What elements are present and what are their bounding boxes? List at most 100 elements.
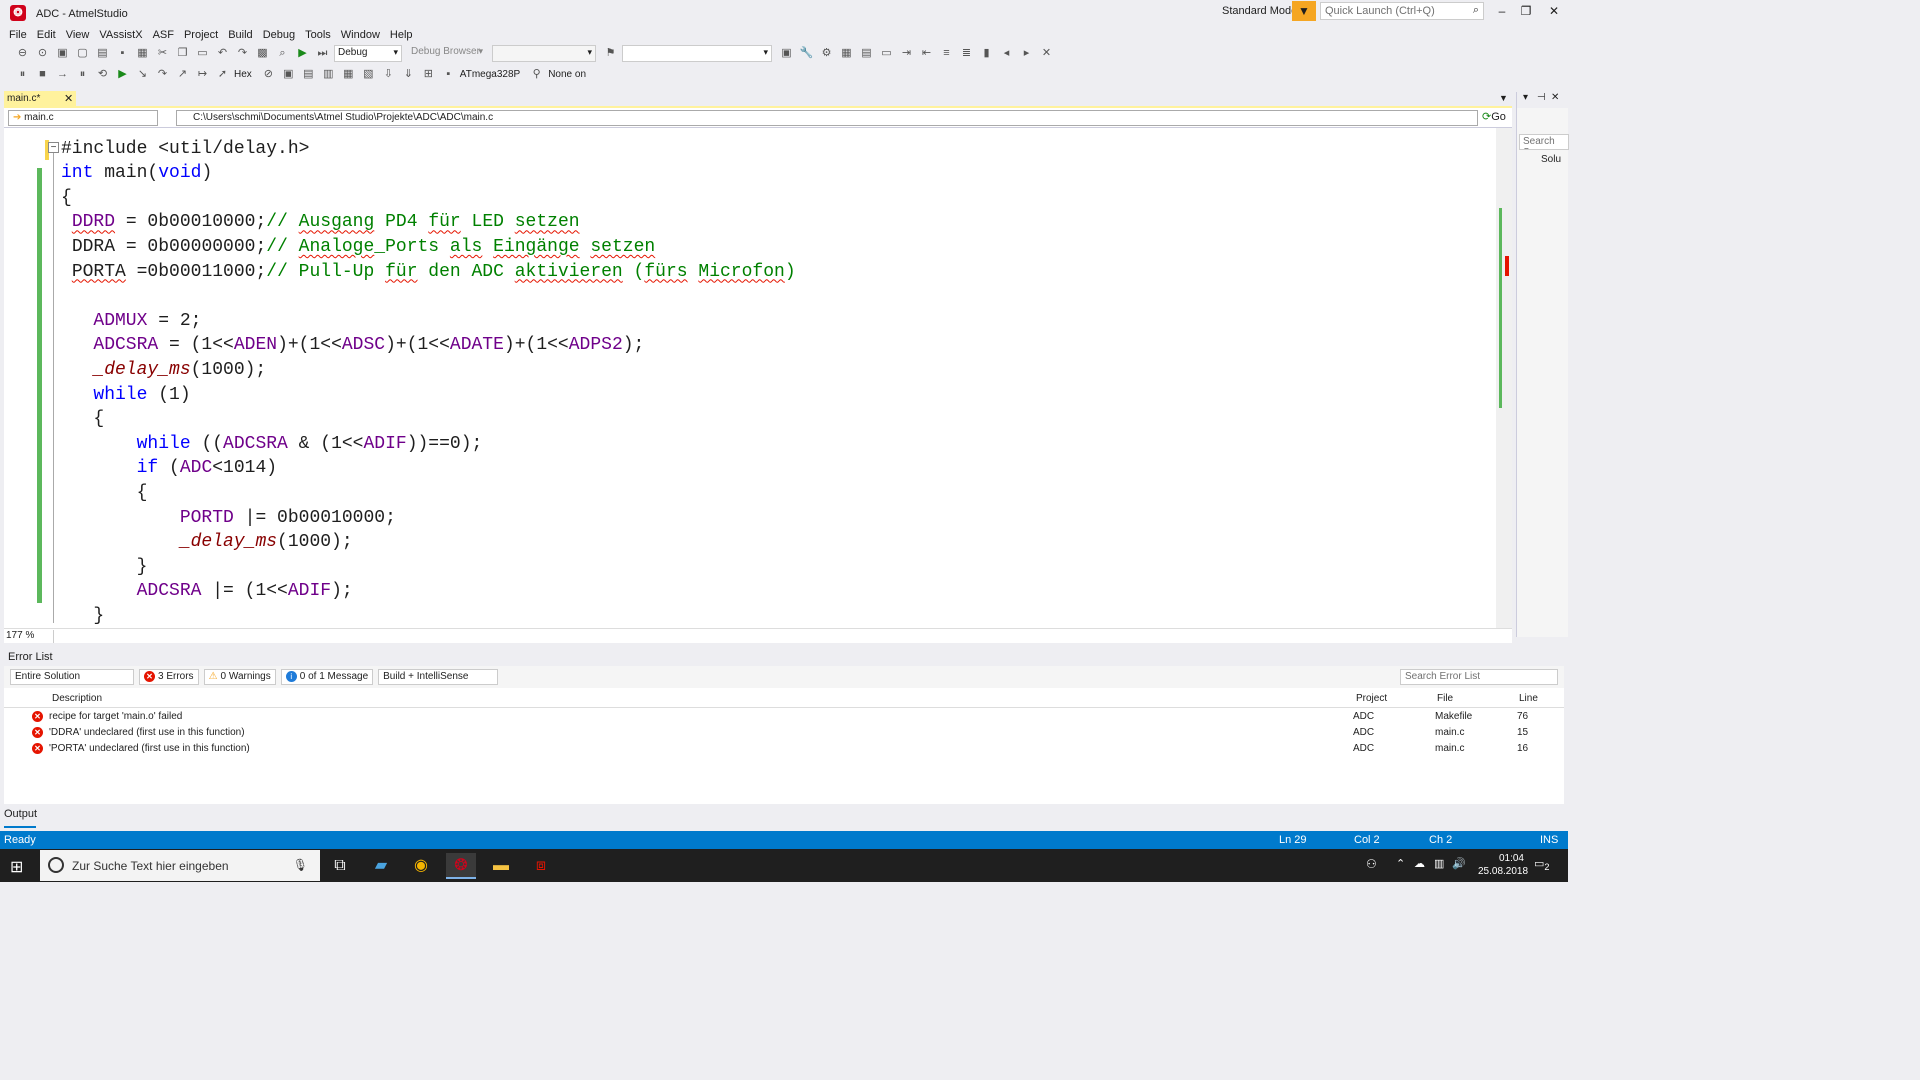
file-explorer-icon[interactable]: ▬ [486, 853, 516, 879]
tray-arrow-icon[interactable]: ⌃ [1396, 857, 1405, 870]
solution-search-input[interactable]: Search So [1519, 134, 1569, 150]
output-tab[interactable]: Output [4, 808, 37, 820]
menu-edit[interactable]: Edit [37, 29, 56, 41]
col-description[interactable]: Description [52, 693, 102, 704]
hex-toggle[interactable]: Hex [234, 69, 252, 80]
terminal-icon[interactable]: ▤ [858, 45, 875, 61]
gear-icon[interactable]: ⚙ [818, 45, 835, 61]
cursor-icon[interactable]: ➚ [214, 66, 231, 82]
atmel-studio-taskbar-icon[interactable]: ❂ [446, 853, 476, 879]
quick-launch-input[interactable]: Quick Launch (Ctrl+Q) ⌕ [1320, 2, 1484, 20]
minimize-button[interactable]: – [1492, 4, 1512, 18]
chip-icon[interactable]: ▦ [838, 45, 855, 61]
start-debug-icon[interactable]: ▶ [294, 45, 311, 61]
copy-icon[interactable]: ❐ [174, 45, 191, 61]
windows-icon[interactable]: ▣ [280, 66, 297, 82]
pinned-app-icon[interactable]: ▰ [366, 853, 396, 879]
bookmark-icon[interactable]: ▮ [978, 45, 995, 61]
errors-filter-button[interactable]: ✕ 3 Errors [139, 669, 199, 685]
solution-icon[interactable]: ▩ [254, 45, 271, 61]
save-icon[interactable]: ▪ [114, 45, 131, 61]
error-row[interactable]: ✕ 'DDRA' undeclared (first use in this f… [4, 726, 1564, 742]
menu-file[interactable]: File [9, 29, 27, 41]
wrench-icon[interactable]: 🔧 [798, 45, 815, 61]
menu-tools[interactable]: Tools [305, 29, 331, 41]
warnings-filter-button[interactable]: ⚠ 0 Warnings [203, 669, 276, 685]
undo-icon[interactable]: ↶ [214, 45, 231, 61]
col-project[interactable]: Project [1356, 693, 1387, 704]
debug-browser-select[interactable]: Debug Browser [408, 45, 486, 62]
add-item-icon[interactable]: ▢ [74, 45, 91, 61]
menu-debug[interactable]: Debug [263, 29, 295, 41]
tab-close-icon[interactable]: ✕ [64, 92, 73, 105]
path-nav-select[interactable]: C:\Users\schmi\Documents\Atmel Studio\Pr… [176, 110, 1478, 126]
device-name[interactable]: ATmega328P [460, 69, 520, 80]
break-all-icon[interactable]: ⏸ [14, 66, 31, 82]
error-row[interactable]: ✕ 'PORTA' undeclared (first use in this … [4, 742, 1564, 758]
tab-list-dropdown-icon[interactable]: ▼ [1499, 93, 1508, 103]
find-in-files-icon[interactable]: ⚑ [602, 45, 619, 61]
new-project-icon[interactable]: ▣ [54, 45, 71, 61]
grid-icon[interactable]: ⊞ [420, 66, 437, 82]
step-into-icon[interactable]: ↘ [134, 66, 151, 82]
task-view-icon[interactable]: ⧉ [325, 853, 355, 879]
maximize-button[interactable]: ❐ [1516, 4, 1536, 18]
indent-icon[interactable]: ⇥ [898, 45, 915, 61]
prev-bookmark-icon[interactable]: ◂ [998, 45, 1015, 61]
code-editor[interactable]: − #include <util/delay.h> int main(void) {… [4, 128, 1512, 628]
open-folder-icon[interactable]: ▤ [94, 45, 111, 61]
microphone-icon[interactable]: 🎙 [293, 858, 308, 872]
search-combo[interactable] [622, 44, 772, 62]
menu-asf[interactable]: ASF [153, 29, 174, 41]
window-icon[interactable]: ▭ [878, 45, 895, 61]
tool-name[interactable]: None on [548, 69, 586, 80]
collapse-toggle-icon[interactable]: − [48, 142, 59, 153]
outdent-icon[interactable]: ⇤ [918, 45, 935, 61]
memory-icon[interactable]: ▤ [300, 66, 317, 82]
clear-bookmarks-icon[interactable]: ✕ [1038, 45, 1055, 61]
step-icon[interactable]: → [54, 66, 71, 82]
scope-select[interactable]: Entire Solution [10, 669, 134, 685]
search-icon[interactable]: ⌕ [1473, 4, 1479, 17]
config-select[interactable]: Debug [334, 44, 402, 62]
comment-icon[interactable]: ≡ [938, 45, 955, 61]
onedrive-icon[interactable]: ☁ [1414, 857, 1425, 870]
notification-icon[interactable]: ▭2 [1534, 857, 1550, 872]
menu-vassistx[interactable]: VAssistX [99, 29, 142, 41]
menu-view[interactable]: View [66, 29, 90, 41]
pause-icon[interactable]: ⏸ [74, 66, 91, 82]
windows-start-icon[interactable]: ⊞ [10, 857, 23, 877]
network-icon[interactable]: ▥ [1434, 857, 1444, 870]
step-over-icon[interactable]: ↷ [154, 66, 171, 82]
filter-icon[interactable]: ▼ [1292, 1, 1316, 21]
paste-icon[interactable]: ▭ [194, 45, 211, 61]
back-icon[interactable]: ⊖ [14, 45, 31, 61]
people-icon[interactable]: ⚇ [1366, 857, 1377, 871]
code-text[interactable]: #include <util/delay.h> int main(void) { D… [61, 128, 796, 628]
menu-help[interactable]: Help [390, 29, 413, 41]
menu-project[interactable]: Project [184, 29, 218, 41]
panel-close-icon[interactable]: ✕ [1551, 92, 1559, 103]
watch-icon[interactable]: ▦ [340, 66, 357, 82]
pin-icon[interactable]: ⊣ [1537, 92, 1546, 103]
device-programming-icon[interactable]: ▣ [778, 45, 795, 61]
messages-filter-button[interactable]: i0 of 1 Message [280, 669, 374, 685]
solution-tree-item[interactable]: Solu [1541, 154, 1561, 165]
zoom-select[interactable]: 177 % [6, 630, 54, 643]
error-search-input[interactable]: Search Error List [1400, 669, 1558, 685]
close-button[interactable]: ✕ [1544, 4, 1564, 18]
stop-icon[interactable]: ■ [34, 66, 51, 82]
platform-select[interactable] [492, 44, 596, 62]
next-bookmark-icon[interactable]: ▸ [1018, 45, 1035, 61]
io-icon[interactable]: ▧ [360, 66, 377, 82]
menu-window[interactable]: Window [341, 29, 380, 41]
run-to-cursor-icon[interactable]: ↦ [194, 66, 211, 82]
save-all-icon[interactable]: ▦ [134, 45, 151, 61]
col-file[interactable]: File [1437, 693, 1453, 704]
cut-icon[interactable]: ✂ [154, 45, 171, 61]
registers-icon[interactable]: ▥ [320, 66, 337, 82]
continue-icon[interactable]: ▶ [114, 66, 131, 82]
redo-icon[interactable]: ↷ [234, 45, 251, 61]
restart-icon[interactable]: ⟲ [94, 66, 111, 82]
go-button[interactable]: ⟳Go [1482, 110, 1506, 123]
